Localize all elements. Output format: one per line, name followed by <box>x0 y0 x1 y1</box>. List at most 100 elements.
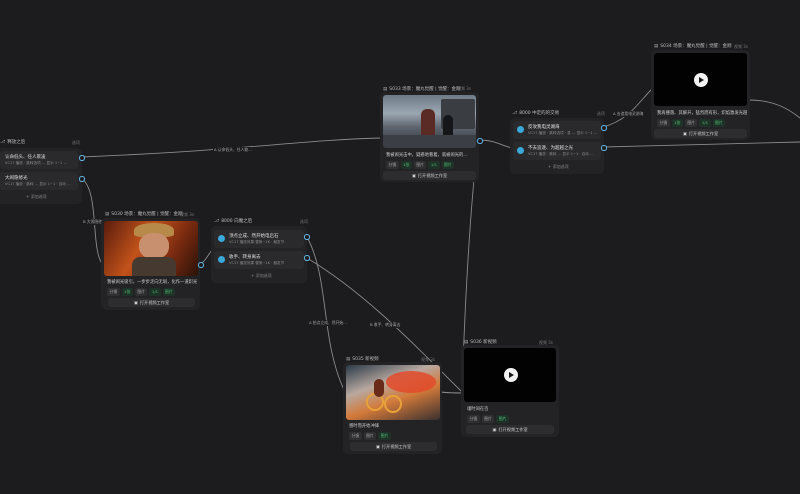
left-choice-tag: 选项 <box>72 140 80 145</box>
output-port[interactable] <box>198 262 204 268</box>
mid-choice-node[interactable]: 反攻我电灵湖海 VC17 播放 · 跳转选项 · 息 … 显示 1~1 … 不去… <box>510 118 604 174</box>
option-sub: VC17 播放 · 跳转选项 · 息 … 显示 1~1 … <box>528 131 598 135</box>
mid-choice-header[interactable]: ⎇ 8000 中定的的交易 <box>512 110 559 117</box>
s035-chips: 分镜 图片 图片 <box>349 432 391 440</box>
button-label: 打开视频工作室 <box>381 443 412 449</box>
chip: 图片 <box>413 161 427 169</box>
wire-mid-a-to-s034 <box>602 87 654 128</box>
s033-thumbnail <box>383 95 476 148</box>
output-port[interactable] <box>304 234 310 240</box>
mid-choice-option-2[interactable]: 不去追逐、为超越之光 VC17 播放 · 跳转 … 显示 1~1 · 自动 … <box>513 142 601 160</box>
output-port[interactable] <box>304 255 310 261</box>
button-label: 打开视频工作室 <box>688 130 719 136</box>
s036-video-preview[interactable] <box>464 348 556 402</box>
wire-mid-b-offscreen <box>602 141 800 148</box>
s034-chips: 分镜 1张 图片 1/1 图片 <box>657 119 726 127</box>
option-sub: VC17 播放 · 跳转选项 … 显示 1~1 … <box>5 161 68 165</box>
output-port[interactable] <box>601 125 607 131</box>
button-label: 打开视频工作室 <box>498 426 528 432</box>
s034-header[interactable]: ▤ S034 场景：魔丸觉醒 | 觉醒：金刚 <box>654 43 732 50</box>
lower-choice-option-2[interactable]: 收手、转身离去 VC17 播放效果 替换~1K · 触发节 <box>214 251 304 269</box>
s034-open-studio-button[interactable]: ▣ 打开视频工作室 <box>654 129 747 138</box>
s036-open-studio-button[interactable]: ▣ 打开视频工作室 <box>466 425 554 434</box>
mid-choice-tag: 选项 <box>597 111 605 116</box>
lower-choice-node[interactable]: 顶点立成、然开始电启石 VC17 播放效果 替换~1K · 触发节 收手、转身离… <box>211 226 307 283</box>
s030-chips: 分镜 1张 图片 1/1 图片 <box>107 288 176 296</box>
edge-label-mid-a: A 去追我电灵湖海 <box>612 111 645 117</box>
left-choice-node[interactable]: 认命低头、任人欺凌 VC17 播放 · 跳转选项 … 显示 1~1 … 大闹隐修… <box>0 148 82 204</box>
wire-s033-to-midchoice <box>477 139 513 149</box>
chip: 分镜 <box>107 288 120 296</box>
option-sub: VC17 播放效果 替换~1K · 触发节 <box>229 240 285 244</box>
wire-s035-to-s036 <box>439 391 463 394</box>
play-icon[interactable] <box>504 368 518 382</box>
chip: 图片 <box>712 119 726 127</box>
node-canvas[interactable]: A 认命低头、任人欺… B 大闹隐修光 A 去追我电灵湖海 A 拍点立成、然开始… <box>0 0 800 494</box>
option-icon <box>517 126 524 133</box>
option-title: 大闹隐修光 <box>5 176 28 181</box>
output-port[interactable] <box>79 176 85 182</box>
option-title: 不去追逐、为超越之光 <box>528 146 573 151</box>
s030-header[interactable]: ▤ S030 场景：魔丸觉醒 | 觉醒：金刚 <box>105 211 183 218</box>
chip: 图片 <box>684 119 698 127</box>
lower-choice-option-1[interactable]: 顶点立成、然开始电启石 VC17 播放效果 替换~1K · 触发节 <box>214 230 304 248</box>
s035-description: 感时而开始冲锋 <box>349 424 380 429</box>
s030-node[interactable]: 我被闹光吸引，一步步走向无垠，化作一道炽光… 分镜 1张 图片 1/1 图片 ▣… <box>101 218 200 310</box>
edge-label-a: A 认命低头、任人欺… <box>213 147 253 153</box>
s030-description: 我被闹光吸引，一步步走向无垠，化作一道炽光… <box>107 280 197 285</box>
option-icon <box>218 256 225 263</box>
chip: 分镜 <box>349 432 362 440</box>
studio-icon: ▣ <box>375 444 380 449</box>
s033-node[interactable]: 我被闹光击中，疑惑地看着，就被闹光的… 分镜 1张 图片 1/1 图片 ▣ 打开… <box>380 92 479 182</box>
s036-description: 魂时间在百 <box>467 407 489 412</box>
mid-choice-option-1[interactable]: 反攻我电灵湖海 VC17 播放 · 跳转选项 · 息 … 显示 1~1 … <box>513 121 601 139</box>
add-option-button[interactable]: + 添加选项 <box>548 164 569 170</box>
chip: 图片 <box>378 432 391 440</box>
output-port[interactable] <box>601 145 607 151</box>
film-icon: ▤ <box>464 339 469 345</box>
chip: 1张 <box>400 161 412 169</box>
studio-icon: ▣ <box>133 300 138 305</box>
studio-icon: ▣ <box>411 173 416 178</box>
s034-node[interactable]: 我再撞落、其解开，猛烈而有形，炽焰激发光越… 分镜 1张 图片 1/1 图片 ▣… <box>651 50 750 140</box>
s030-open-studio-button[interactable]: ▣ 打开视频工作室 <box>108 298 195 307</box>
s033-open-studio-button[interactable]: ▣ 打开视频工作室 <box>383 171 476 180</box>
left-choice-option-1[interactable]: 认命低头、任人欺凌 VC17 播放 · 跳转选项 … 显示 1~1 … <box>0 151 78 169</box>
s035-node[interactable]: 感时而开始冲锋 分镜 图片 图片 ▣ 打开视频工作室 <box>343 362 442 454</box>
s035-open-studio-button[interactable]: ▣ 打开视频工作室 <box>350 442 437 451</box>
s034-video-preview[interactable] <box>654 53 747 106</box>
chip: 图片 <box>441 161 455 169</box>
s033-description: 我被闹光击中，疑惑地看着，就被闹光的… <box>386 153 468 158</box>
output-port[interactable] <box>477 138 483 144</box>
chip: 分镜 <box>467 415 480 423</box>
branch-icon: ⎇ <box>512 110 518 116</box>
film-icon: ▤ <box>105 211 110 217</box>
chip: 分镜 <box>657 119 670 127</box>
option-sub: VC17 播放 · 跳转 … 显示 1~1 · 自动 … <box>528 152 594 156</box>
option-title: 收手、转身离去 <box>229 255 261 260</box>
lower-choice-tag: 选项 <box>300 219 308 224</box>
chip: 1张 <box>121 288 133 296</box>
play-icon[interactable] <box>694 73 708 87</box>
option-title: 顶点立成、然开始电启石 <box>229 234 279 239</box>
s035-thumbnail <box>346 365 440 420</box>
s036-chips: 分镜 图片 图片 <box>467 415 509 423</box>
add-option-button[interactable]: + 添加选项 <box>251 273 272 279</box>
s036-node[interactable]: 魂时间在百 分镜 图片 图片 ▣ 打开视频工作室 <box>461 345 559 437</box>
lower-choice-header[interactable]: ⎇ 8000 向魔之后 <box>214 218 253 225</box>
left-choice-title: 释放之后 <box>7 140 26 145</box>
film-icon: ▤ <box>654 43 659 49</box>
lower-choice-title: 8000 向魔之后 <box>221 219 253 224</box>
studio-icon: ▣ <box>492 427 497 432</box>
left-choice-header[interactable]: ⎇ 释放之后 <box>0 139 26 146</box>
branch-icon: ⎇ <box>214 218 220 224</box>
wire-s034-offscreen <box>748 99 800 119</box>
edge-label-low-b: B 收手、转身离去 <box>369 322 402 328</box>
film-icon: ▤ <box>383 86 388 92</box>
branch-icon: ⎇ <box>0 139 6 145</box>
chip: 图片 <box>496 415 509 423</box>
add-option-button[interactable]: + 添加选项 <box>26 194 47 200</box>
output-port[interactable] <box>79 155 85 161</box>
button-label: 打开视频工作室 <box>417 172 448 178</box>
left-choice-option-2[interactable]: 大闹隐修光 VC17 播放 · 跳转 … 显示 1~1 · 自动 … <box>0 172 78 190</box>
